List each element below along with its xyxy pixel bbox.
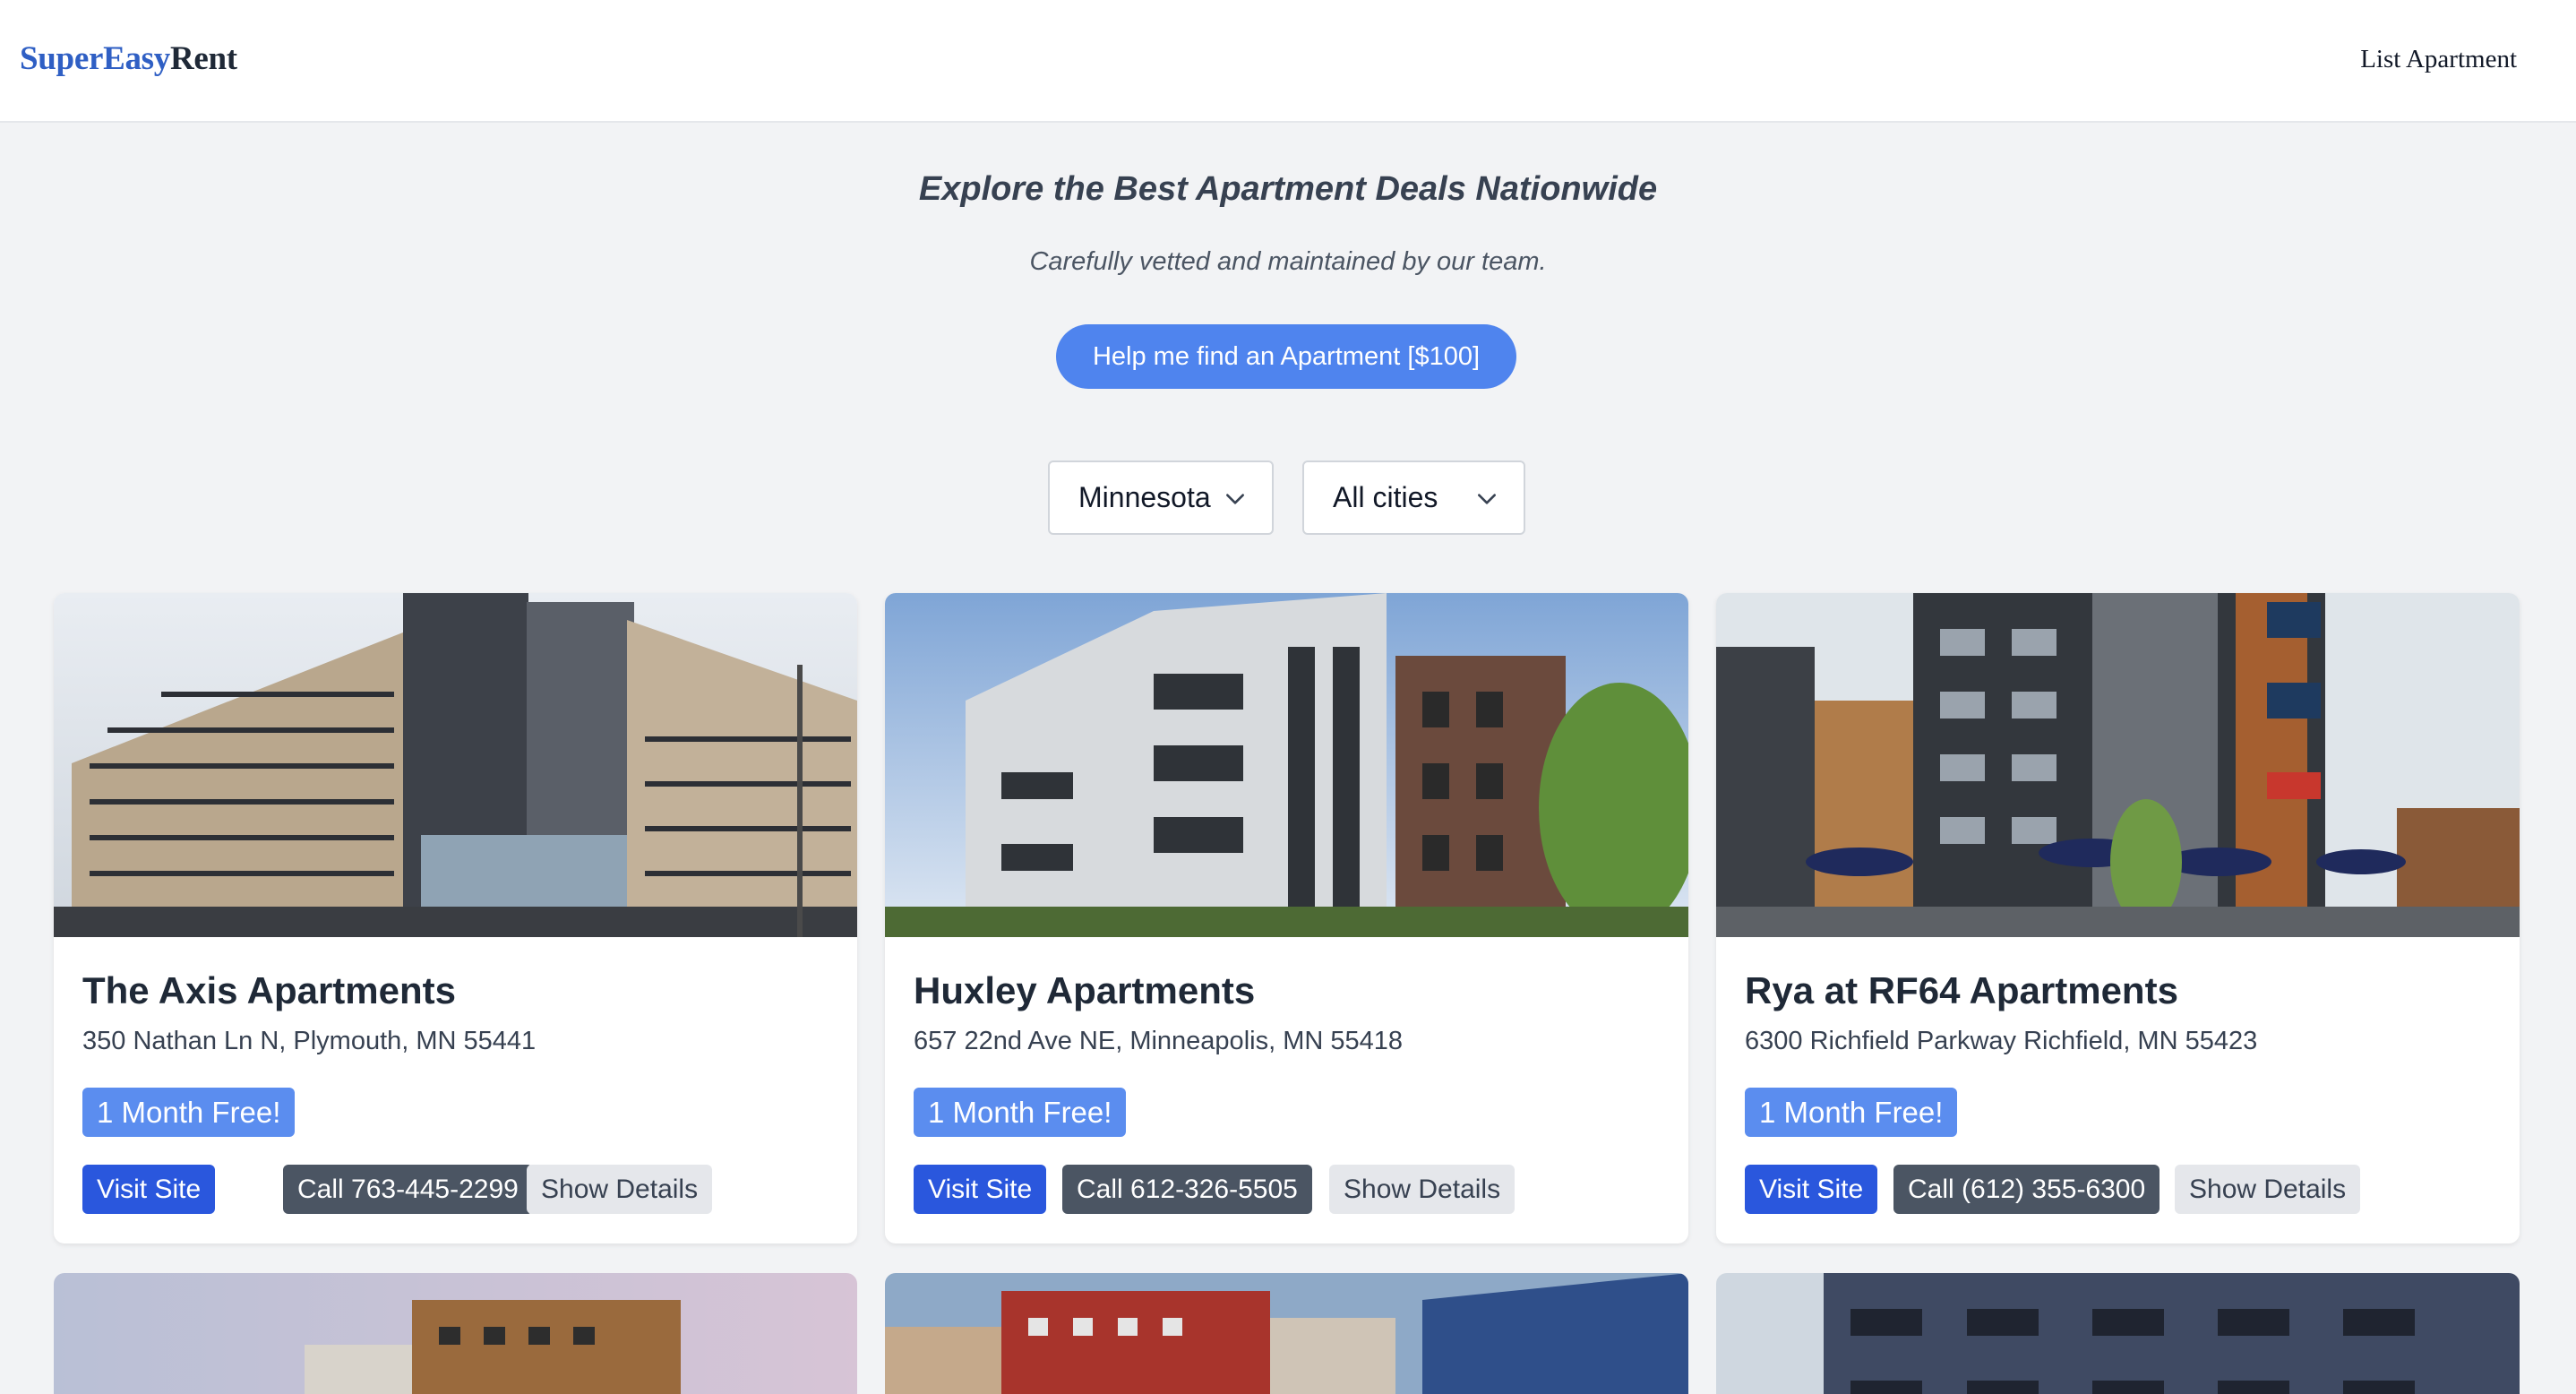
listing-card: Huxley Apartments 657 22nd Ave NE, Minne… — [885, 593, 1688, 1243]
visit-site-button[interactable]: Visit Site — [1745, 1165, 1878, 1214]
city-select[interactable]: All cities — [1302, 460, 1525, 535]
promo-badge: 1 Month Free! — [1745, 1088, 1958, 1137]
listing-photo[interactable] — [54, 1273, 857, 1394]
listing-name: The Axis Apartments — [82, 969, 456, 1011]
state-select-value: Minnesota — [1078, 481, 1211, 513]
listing-photo[interactable] — [1716, 1273, 2520, 1394]
chevron-down-icon — [1478, 494, 1496, 504]
state-select[interactable]: Minnesota — [1048, 460, 1274, 535]
listing-photo[interactable] — [885, 1273, 1688, 1394]
call-button[interactable]: Call 763-445-2299 — [283, 1165, 533, 1214]
listing-card: The Axis Apartments 350 Nathan Ln N, Ply… — [54, 593, 857, 1243]
logo-part-rent: Rent — [169, 40, 237, 77]
promo-badge: 1 Month Free! — [914, 1088, 1127, 1137]
listing-card: Rya at RF64 Apartments 6300 Richfield Pa… — [1716, 593, 2520, 1243]
logo-part-superEasy: SuperEasy — [20, 40, 170, 77]
top-header: SuperEasyRent List Apartment — [0, 0, 2576, 123]
show-details-button[interactable]: Show Details — [527, 1165, 713, 1214]
hero-title: Explore the Best Apartment Deals Nationw… — [918, 170, 1658, 208]
listing-address: 6300 Richfield Parkway Richfield, MN 554… — [1745, 1027, 2258, 1055]
listing-card — [54, 1273, 857, 1394]
call-button[interactable]: Call 612-326-5505 — [1062, 1165, 1312, 1214]
hero-subtitle: Carefully vetted and maintained by our t… — [1029, 247, 1547, 276]
listing-address: 657 22nd Ave NE, Minneapolis, MN 55418 — [914, 1027, 1403, 1055]
listing-card — [1716, 1273, 2520, 1394]
list-apartment-link[interactable]: List Apartment — [2360, 45, 2517, 74]
listing-card — [885, 1273, 1688, 1394]
listing-name: Huxley Apartments — [914, 969, 1256, 1011]
listing-photo[interactable] — [1716, 593, 2520, 937]
call-button[interactable]: Call (612) 355-6300 — [1893, 1165, 2160, 1214]
visit-site-button[interactable]: Visit Site — [82, 1165, 216, 1214]
listing-photo[interactable] — [885, 593, 1688, 937]
city-select-value: All cities — [1333, 481, 1438, 513]
find-apartment-button[interactable]: Help me find an Apartment [$100] — [1056, 324, 1516, 389]
listing-photo[interactable] — [54, 593, 857, 937]
show-details-button[interactable]: Show Details — [2175, 1165, 2361, 1214]
site-logo[interactable]: SuperEasyRent — [20, 39, 237, 78]
chevron-down-icon — [1226, 494, 1244, 504]
listing-name: Rya at RF64 Apartments — [1745, 969, 2178, 1011]
promo-badge: 1 Month Free! — [82, 1088, 296, 1137]
show-details-button[interactable]: Show Details — [1329, 1165, 1516, 1214]
page: SuperEasyRent List Apartment Explore the… — [0, 0, 2576, 1394]
listing-address: 350 Nathan Ln N, Plymouth, MN 55441 — [82, 1027, 537, 1055]
visit-site-button[interactable]: Visit Site — [914, 1165, 1047, 1214]
